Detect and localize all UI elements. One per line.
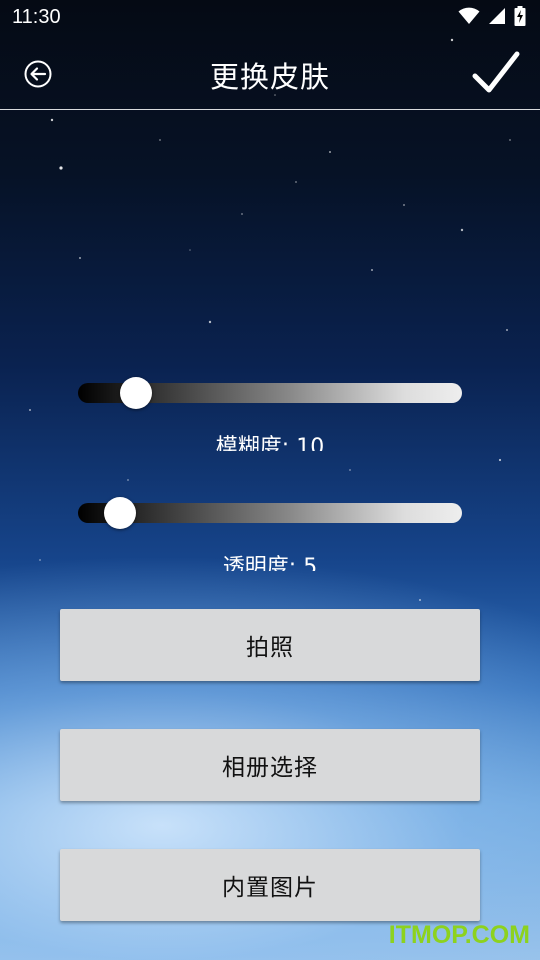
take-photo-button[interactable]: 拍照 <box>60 609 480 681</box>
status-bar: 11:30 <box>0 0 540 36</box>
blur-value-label: 模糊度: 10 <box>215 435 325 451</box>
builtin-images-button[interactable]: 内置图片 <box>60 849 480 921</box>
transparency-slider[interactable] <box>78 497 462 529</box>
toolbar: 更换皮肤 <box>0 36 540 110</box>
album-select-button[interactable]: 相册选择 <box>60 729 480 801</box>
blur-slider[interactable] <box>78 377 462 409</box>
transparency-slider-thumb[interactable] <box>104 497 136 529</box>
page-title: 更换皮肤 <box>209 60 330 94</box>
starfield-background <box>29 38 511 601</box>
watermark: ITMOP.COM <box>388 921 530 949</box>
status-time: 11:30 <box>12 6 61 28</box>
transparency-value-label: 透明度: 5 <box>222 555 318 571</box>
status-icons <box>458 6 526 26</box>
blur-slider-thumb[interactable] <box>120 377 152 409</box>
confirm-check-icon[interactable] <box>472 50 520 96</box>
wifi-icon <box>458 7 480 24</box>
battery-charging-icon <box>514 6 526 26</box>
cellular-signal-icon <box>489 8 505 24</box>
